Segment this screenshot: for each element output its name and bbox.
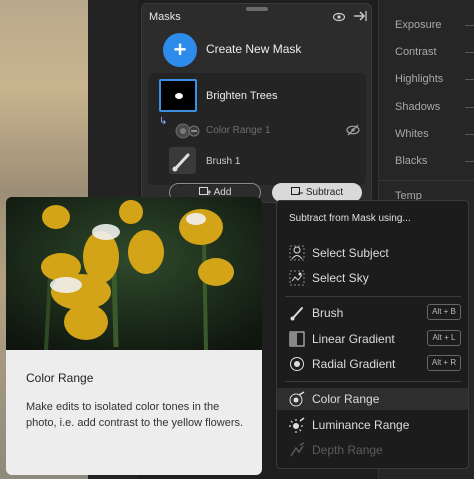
menu-item-label: Radial Gradient — [312, 357, 396, 371]
luminance-range-icon — [289, 417, 305, 433]
adjust-shadows-label: Shadows — [395, 101, 441, 113]
shortcut-badge: Alt + L — [427, 330, 461, 346]
menu-item-label: Luminance Range — [312, 418, 410, 432]
contrast-slider[interactable] — [465, 52, 474, 53]
component-color-range-label[interactable]: Color Range 1 — [206, 125, 270, 136]
adjust-blacks-label: Blacks — [395, 155, 428, 167]
exposure-slider[interactable] — [465, 25, 474, 26]
mask-name[interactable]: Brighten Trees — [206, 90, 278, 102]
tooltip-title: Color Range — [26, 371, 94, 385]
masks-panel: Masks + Create New Mask Brighten Trees ↳… — [141, 3, 372, 203]
shadows-slider[interactable] — [465, 107, 474, 108]
menu-item-linear-gradient[interactable]: Linear Gradient Alt + L — [277, 328, 468, 350]
add-mask-icon — [198, 187, 211, 195]
menu-item-select-subject[interactable]: Select Subject — [277, 242, 468, 264]
component-brush-label[interactable]: Brush 1 — [206, 156, 240, 167]
brush-component-icon[interactable] — [169, 147, 196, 174]
collapse-arrow-icon[interactable] — [353, 10, 367, 22]
link-arrow-icon: ↳ — [159, 116, 168, 127]
eye-icon[interactable] — [333, 12, 345, 22]
highlights-slider[interactable] — [465, 79, 474, 80]
shortcut-badge: Alt + R — [427, 355, 461, 371]
menu-item-color-range[interactable]: Color Range — [277, 388, 468, 410]
mask-thumbnail[interactable] — [159, 79, 197, 112]
adjust-exposure-label: Exposure — [395, 19, 442, 31]
adjust-highlights-label: Highlights — [395, 73, 444, 85]
mask-card: Brighten Trees ↳ Color Range 1 Brush 1 — [148, 73, 366, 185]
menu-item-label: Color Range — [312, 392, 380, 406]
create-new-mask-button[interactable]: + — [163, 33, 197, 67]
radial-gradient-icon — [290, 357, 304, 371]
depth-range-icon — [290, 442, 305, 457]
menu-divider — [285, 296, 461, 297]
menu-item-label: Brush — [312, 306, 344, 320]
menu-item-label: Depth Range — [312, 443, 383, 457]
menu-item-brush[interactable]: Brush Alt + B — [277, 302, 468, 324]
color-range-tooltip: Color Range Make edits to isolated color… — [6, 197, 262, 475]
menu-item-label: Linear Gradient — [312, 332, 395, 346]
menu-heading: Subtract from Mask using... — [289, 213, 411, 224]
whites-slider[interactable] — [465, 134, 474, 135]
subtract-mask-icon — [290, 187, 303, 195]
hidden-eye-icon[interactable] — [346, 124, 360, 136]
brush-icon — [290, 307, 303, 321]
subtract-menu: Subtract from Mask using... Select Subje… — [276, 200, 469, 469]
subtract-button-label: Subtract — [305, 187, 344, 198]
menu-item-label: Select Subject — [312, 246, 389, 260]
blacks-slider[interactable] — [465, 161, 474, 162]
adjust-whites-label: Whites — [395, 128, 429, 140]
menu-item-luminance-range[interactable]: Luminance Range — [277, 414, 468, 436]
shortcut-badge: Alt + B — [427, 304, 461, 320]
adjust-contrast-label: Contrast — [395, 46, 437, 58]
create-new-mask-label[interactable]: Create New Mask — [206, 42, 301, 56]
select-subject-icon — [289, 245, 305, 261]
menu-item-label: Select Sky — [312, 271, 369, 285]
menu-item-radial-gradient[interactable]: Radial Gradient Alt + R — [277, 353, 468, 375]
select-sky-icon — [289, 270, 305, 286]
tooltip-description: Make edits to isolated color tones in th… — [26, 401, 244, 429]
tooltip-example-image — [6, 197, 262, 350]
color-range-component-icon[interactable] — [174, 122, 202, 140]
menu-item-depth-range: Depth Range — [277, 439, 468, 461]
panel-title: Masks — [149, 11, 181, 23]
drag-handle[interactable] — [246, 7, 268, 11]
color-range-icon — [289, 391, 305, 407]
menu-item-select-sky[interactable]: Select Sky — [277, 267, 468, 289]
divider — [379, 180, 474, 181]
menu-divider — [285, 381, 461, 382]
linear-gradient-icon — [289, 331, 305, 347]
